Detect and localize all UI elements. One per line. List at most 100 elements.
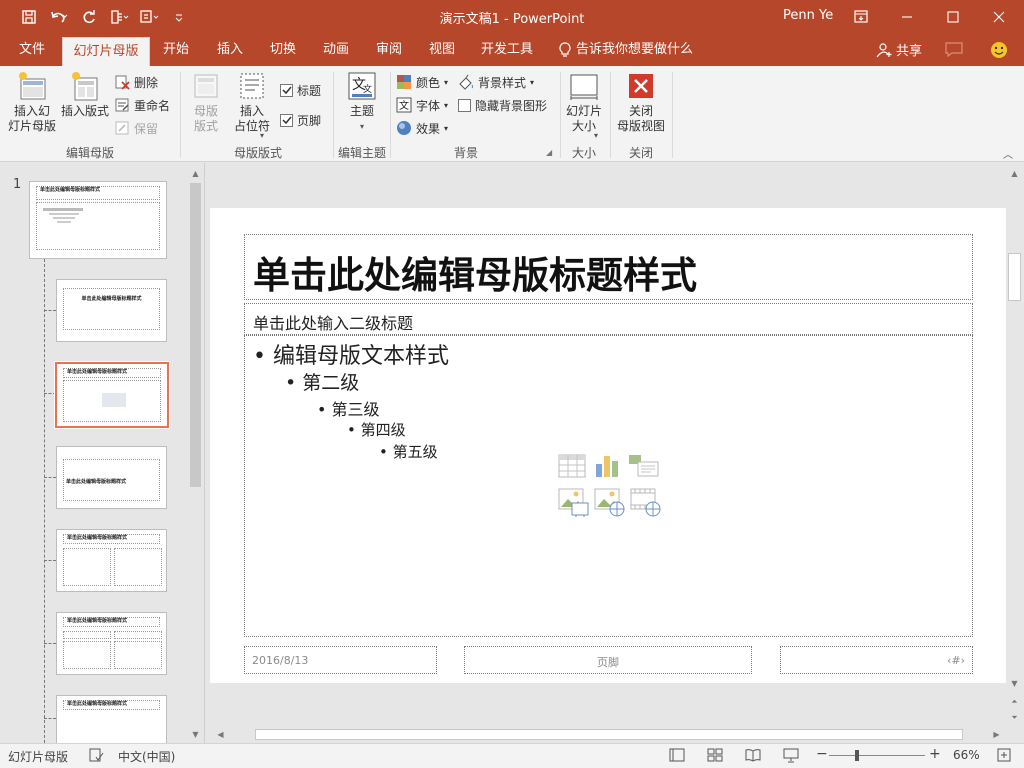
insert-layout-button[interactable]: 插入版式 (58, 70, 112, 119)
tab-file[interactable]: 文件 (12, 33, 52, 66)
scroll-up-icon[interactable]: ▲ (1006, 165, 1023, 182)
slide-scrollbar[interactable]: ▲ ▼ ⏶ ⏷ (1006, 163, 1023, 726)
insert-chart-icon[interactable] (594, 452, 620, 481)
horizontal-scrollbar[interactable]: ◀ ▶ (210, 726, 1006, 743)
footer-checkbox[interactable]: 页脚 (280, 110, 321, 130)
zoom-slider-thumb[interactable] (855, 750, 859, 761)
previous-slide-icon[interactable]: ⏶ (1006, 693, 1023, 710)
footer-text: 页脚 (597, 656, 619, 669)
hide-background-checkbox[interactable]: 隐藏背景图形 (458, 95, 547, 115)
undo-icon[interactable] (44, 0, 74, 33)
collapse-ribbon-icon[interactable]: ︿ (1003, 146, 1013, 161)
subtitle-placeholder[interactable]: 单击此处输入二级标题 (244, 303, 973, 335)
content-placeholder[interactable]: • 编辑母版文本样式 • 第二级 • 第三级 • 第四级 • 第五级 (244, 335, 973, 637)
insert-table-icon[interactable] (558, 454, 586, 481)
scroll-down-icon[interactable]: ▼ (187, 726, 204, 743)
thumbnail-master[interactable]: 单击此处编辑母版标题样式 (29, 181, 167, 259)
background-styles-button[interactable]: 背景样式 ▾ (458, 72, 534, 92)
thumbnail-layout-comparison[interactable]: 单击此处编辑母版标题样式 (56, 612, 167, 675)
bullet-level-5: • 第五级 (379, 443, 438, 461)
zoom-level[interactable]: 66% (953, 748, 980, 762)
dropdown-arrow-icon: ▾ (359, 122, 364, 131)
thumbnail-layout-two-content[interactable]: 单击此处编辑母版标题样式 (56, 529, 167, 592)
background-styles-icon (459, 74, 473, 90)
spelling-check-icon[interactable] (88, 747, 104, 766)
thumbnail-layout-title-only[interactable]: 单击此处编辑母版标题样式 (56, 695, 167, 743)
fit-to-window-icon[interactable] (996, 747, 1012, 766)
svg-text:文: 文 (399, 99, 409, 112)
tab-transitions[interactable]: 切换 (263, 33, 303, 66)
slideshow-icon[interactable] (783, 747, 799, 766)
tab-review[interactable]: 审阅 (369, 33, 409, 66)
thumbnail-title: 单击此处编辑母版标题样式 (63, 368, 161, 378)
tab-home[interactable]: 开始 (156, 33, 196, 66)
tab-slide-master[interactable]: 幻灯片母版 (62, 37, 150, 66)
smiley-feedback-icon[interactable] (990, 41, 1008, 62)
tab-developer[interactable]: 开发工具 (478, 33, 536, 66)
scroll-down-icon[interactable]: ▼ (1006, 675, 1023, 692)
insert-video-icon[interactable] (630, 487, 662, 520)
insert-picture-icon[interactable] (558, 487, 590, 520)
title-checkbox[interactable]: 标题 (280, 80, 321, 100)
footer-placeholder[interactable]: 页脚 (464, 646, 752, 674)
close-window-icon[interactable] (976, 0, 1022, 33)
close-master-view-button[interactable]: 关闭 母版视图 (612, 70, 670, 134)
insert-slide-master-button[interactable]: 插入幻 灯片母版 (6, 70, 58, 134)
from-beginning-icon[interactable] (104, 0, 134, 33)
thumbnail-layout-title[interactable]: 单击此处编辑母版标题样式 (56, 279, 167, 342)
tab-animations[interactable]: 动画 (316, 33, 356, 66)
next-slide-icon[interactable]: ⏷ (1006, 709, 1023, 726)
zoom-out-icon[interactable]: − (816, 746, 828, 762)
maximize-icon[interactable] (930, 0, 976, 33)
scroll-thumb[interactable] (255, 729, 963, 740)
user-name[interactable]: Penn Ye (783, 8, 833, 23)
redo-icon[interactable] (74, 0, 104, 33)
ribbon-tabs: 文件 幻灯片母版 开始 插入 切换 动画 审阅 视图 开发工具 告诉我你想要做什… (0, 33, 1024, 66)
ribbon-display-options-icon[interactable] (838, 0, 884, 33)
themes-button[interactable]: 文文 主题 ▾ (340, 70, 384, 134)
thumbnail-layout-section[interactable]: 单击此处编辑母版标题样式 (56, 446, 167, 509)
group-separator (560, 72, 561, 158)
fonts-button[interactable]: 文 字体 ▾ (396, 95, 448, 115)
scroll-right-icon[interactable]: ▶ (988, 726, 1005, 743)
footer-date-text: 2016/8/13 (252, 654, 309, 667)
minimize-icon[interactable] (884, 0, 930, 33)
title-placeholder[interactable]: 单击此处编辑母版标题样式 (244, 234, 973, 300)
thumbnail-scrollbar[interactable]: ▲ ▼ (187, 163, 204, 743)
dialog-launcher-icon[interactable]: ◢ (546, 148, 552, 157)
insert-online-picture-icon[interactable] (594, 487, 626, 520)
tab-insert[interactable]: 插入 (210, 33, 250, 66)
share-button[interactable]: 共享 (876, 33, 922, 66)
tell-me-box[interactable]: 告诉我你想要做什么 (558, 33, 693, 66)
scroll-thumb[interactable] (1008, 253, 1021, 301)
slide-size-button[interactable]: 幻灯片 大小 ▾ (562, 70, 606, 140)
save-icon[interactable] (14, 0, 44, 33)
customize-qat-icon[interactable] (164, 0, 194, 33)
touch-mode-icon[interactable] (134, 0, 164, 33)
tab-view[interactable]: 视图 (422, 33, 462, 66)
footer-check-label: 页脚 (297, 113, 322, 128)
insert-placeholder-button[interactable]: 插入 占位符 ▾ (226, 70, 278, 140)
scroll-left-icon[interactable]: ◀ (212, 726, 229, 743)
slide-number-placeholder[interactable]: ‹#› (780, 646, 973, 674)
effects-button[interactable]: 效果 ▾ (396, 118, 448, 138)
date-placeholder[interactable]: 2016/8/13 (244, 646, 437, 674)
scroll-up-icon[interactable]: ▲ (187, 165, 204, 182)
zoom-in-icon[interactable]: + (929, 746, 941, 762)
normal-view-icon[interactable] (669, 747, 685, 766)
preserve-button[interactable]: 保留 (114, 118, 158, 138)
delete-button[interactable]: 删除 (114, 72, 158, 92)
colors-button[interactable]: 颜色 ▾ (396, 72, 448, 92)
master-layout-button[interactable]: 母版 版式 (184, 70, 228, 134)
insert-smartart-icon[interactable] (628, 454, 660, 481)
scroll-thumb[interactable] (190, 183, 201, 487)
slide-canvas[interactable]: 单击此处编辑母版标题样式 单击此处输入二级标题 • 编辑母版文本样式 • 第二级… (210, 208, 1006, 683)
rename-button[interactable]: 重命名 (114, 95, 170, 115)
status-language[interactable]: 中文(中国) (118, 748, 175, 765)
zoom-slider[interactable] (829, 755, 925, 756)
slide-sorter-icon[interactable] (707, 747, 723, 766)
comments-icon[interactable] (945, 42, 963, 60)
level-1-text: 编辑母版文本样式 (272, 344, 449, 369)
thumbnail-layout-title-content[interactable]: 单击此处编辑母版标题样式 (54, 361, 170, 429)
reading-view-icon[interactable] (745, 747, 761, 766)
